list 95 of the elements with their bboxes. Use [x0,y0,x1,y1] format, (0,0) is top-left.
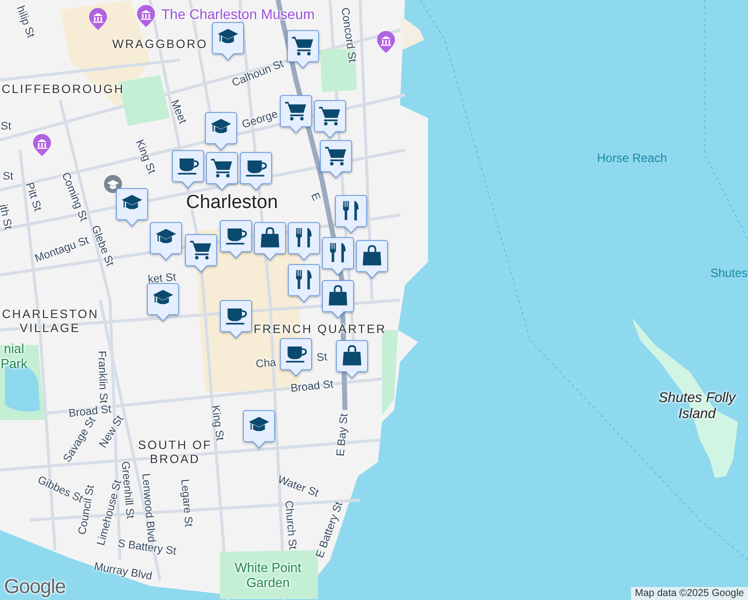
street-label: Cha [255,356,277,372]
google-logo: Google [4,576,66,599]
museum-icon[interactable] [377,31,395,53]
shopping-cart-icon [211,158,232,178]
museum-icon[interactable] [33,134,51,156]
street-label: King St [208,404,226,442]
fork-knife-icon [330,243,346,262]
map-marker[interactable] [288,264,320,303]
map-marker[interactable] [322,280,354,319]
district-label: CHARLESTON VILLAGE [2,308,98,336]
graduation-cap-icon [210,118,232,134]
district-label: SOUTH OF BROAD [137,439,213,467]
map-marker[interactable] [220,220,252,259]
street-label: St [316,351,328,365]
map-marker[interactable] [320,140,352,179]
shopping-cart-icon [325,146,346,166]
shopping-bag-icon [260,227,280,248]
street-label: Broad St [290,378,334,396]
map-attribution: Map data ©2025 Google [630,587,748,600]
shopping-cart-icon [292,36,314,56]
map-marker[interactable] [185,234,217,273]
water-label: Shutes [710,267,748,281]
map-marker[interactable] [356,240,388,279]
map-marker[interactable] [150,222,182,261]
school-icon[interactable] [104,175,122,193]
street-label: Murray Blvd [93,560,153,584]
map-marker[interactable] [243,410,275,449]
street-label: Glebe St [88,224,116,268]
district-label: FRENCH QUARTER [254,323,386,337]
shopping-cart-icon [319,106,340,126]
street-label: Lenwood Blvd [139,473,158,543]
coffee-cup-icon [226,308,247,325]
street-label: Concord St [338,6,358,64]
map-marker[interactable] [314,100,346,139]
graduation-cap-icon [122,194,142,210]
map-marker[interactable] [322,237,354,276]
street-label: E [308,191,322,203]
map-marker[interactable] [240,152,272,191]
map-marker[interactable] [205,112,237,151]
museum-icon[interactable] [89,8,107,30]
graduation-cap-icon [218,28,238,44]
poi-label: The Charleston Museum [161,6,315,22]
street-label: Water St [276,474,320,500]
fork-knife-icon [343,201,359,220]
park-label: nial Park [0,342,28,372]
coffee-cup-icon [286,346,307,363]
map-marker[interactable] [172,150,204,189]
map-marker[interactable] [336,340,368,379]
shopping-cart-icon [285,102,306,120]
park-area [320,48,357,92]
graduation-cap-icon [152,290,174,304]
street-label: hilip St [13,4,37,40]
park-label: White Point Garden [234,561,302,591]
museum-icon[interactable] [137,5,155,27]
fork-knife-icon [296,228,312,248]
street-label: ith St [0,203,14,231]
street-label: Meet [168,98,188,126]
shopping-bag-icon [328,285,348,306]
street-label: ket St [147,271,177,287]
island-label: Shutes Folly Island [657,388,737,422]
district-label: WRAGGBORO [112,38,208,52]
map-marker[interactable] [220,300,252,339]
street-label: St [2,170,14,184]
map-marker[interactable] [280,338,312,377]
map-marker[interactable] [288,222,320,261]
map-marker[interactable] [116,188,148,227]
map-marker[interactable] [212,22,244,61]
map-marker[interactable] [335,195,367,234]
street-label: Coming St [58,170,90,224]
map-marker[interactable] [280,95,312,134]
city-label: Charleston [186,192,278,214]
fork-knife-icon [296,270,312,290]
map-marker[interactable] [206,152,238,191]
pier [400,15,424,50]
map-marker[interactable] [254,222,286,261]
street-label: Pitt St [22,181,44,213]
coffee-cup-icon [226,228,247,245]
street-label: King St [132,138,158,176]
street-label: Legare St [178,478,194,528]
street-label: Church St [282,500,298,550]
coffee-cup-icon [178,158,199,175]
shopping-cart-icon [190,240,212,260]
street-label: E Bay St [334,413,352,457]
map-marker[interactable] [147,283,179,322]
water-label: Horse Reach [596,152,668,166]
map-marker[interactable] [287,30,319,69]
coffee-cup-icon [246,160,267,177]
street-label: St [0,120,12,134]
street-label: Franklin St [94,350,110,404]
graduation-cap-icon [248,416,270,432]
shopping-bag-icon [342,345,362,366]
district-label: CLIFFEBOROUGH [2,83,124,97]
shopping-bag-icon [362,245,382,266]
graduation-cap-icon [156,228,176,244]
street-label: George [240,108,280,132]
